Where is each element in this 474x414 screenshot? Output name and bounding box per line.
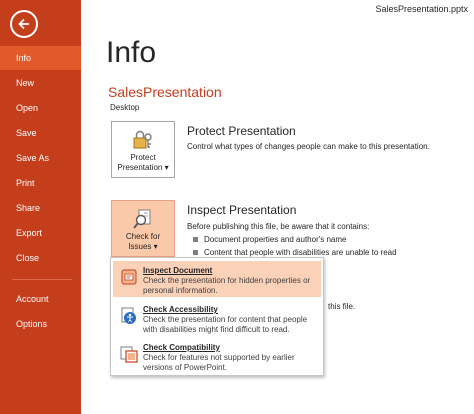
inspect-bullet-item: Content that people with disabilities ar… [193,248,397,257]
menu-item-title: Inspect Document [143,266,213,275]
check-for-issues-menu: Inspect Document Check the presentation … [110,257,324,376]
sidebar-item-options[interactable]: Options [0,312,81,336]
menu-item-inspect-document[interactable]: Inspect Document Check the presentation … [113,261,321,297]
protect-button-label-line1: Protect [130,153,156,162]
inspect-document-icon [121,269,137,285]
check-for-issues-button[interactable]: Check for Issues ▾ [111,200,175,257]
sidebar-item-export[interactable]: Export [0,221,81,245]
protect-button-label-line2: Presentation ▾ [117,163,169,172]
back-arrow-icon [18,18,29,30]
inspect-trailing-text: this file. [328,302,356,311]
window-filename: SalesPresentation.pptx [375,4,468,14]
protect-section-title: Protect Presentation [187,124,296,138]
menu-item-check-compatibility[interactable]: Check Compatibility Check for features n… [113,338,321,374]
sidebar-item-close[interactable]: Close [0,246,81,270]
menu-item-description: Check for features not supported by earl… [143,353,295,372]
document-location: Desktop [110,103,140,112]
menu-item-description: Check the presentation for content that … [143,315,308,334]
menu-item-check-accessibility[interactable]: Check Accessibility Check the presentati… [113,300,321,336]
compatibility-icon [120,346,138,363]
protect-presentation-button[interactable]: Protect Presentation ▾ [111,121,175,178]
sidebar-item-share[interactable]: Share [0,196,81,220]
back-button[interactable] [10,10,38,38]
menu-item-description: Check the presentation for hidden proper… [143,276,311,295]
inspect-section-title: Inspect Presentation [187,203,297,217]
key-lock-icon [133,130,152,149]
inspect-bullet-item: Document properties and author's name [193,235,347,244]
protect-section-description: Control what types of changes people can… [187,142,430,151]
inspect-section-description: Before publishing this file, be aware th… [187,222,370,231]
sidebar-item-open[interactable]: Open [0,96,81,120]
powerpoint-backstage: Info New Open Save Save As Print Share E… [0,0,474,414]
inspect-document-icon [133,209,151,229]
check-issues-label-line1: Check for [125,232,161,241]
accessibility-icon [121,307,136,324]
sidebar-item-print[interactable]: Print [0,171,81,195]
sidebar-item-save-as[interactable]: Save As [0,146,81,170]
sidebar-item-save[interactable]: Save [0,121,81,145]
document-name: SalesPresentation [108,84,222,100]
sidebar-item-new[interactable]: New [0,71,81,95]
sidebar-item-info[interactable]: Info [0,46,81,70]
page-title: Info [106,36,157,69]
menu-item-title: Check Accessibility [143,305,218,314]
menu-item-title: Check Compatibility [143,343,220,352]
sidebar-divider [12,279,72,280]
backstage-sidebar: Info New Open Save Save As Print Share E… [0,0,81,414]
sidebar-item-account[interactable]: Account [0,287,81,311]
check-issues-label-line2: Issues ▾ [128,242,158,251]
